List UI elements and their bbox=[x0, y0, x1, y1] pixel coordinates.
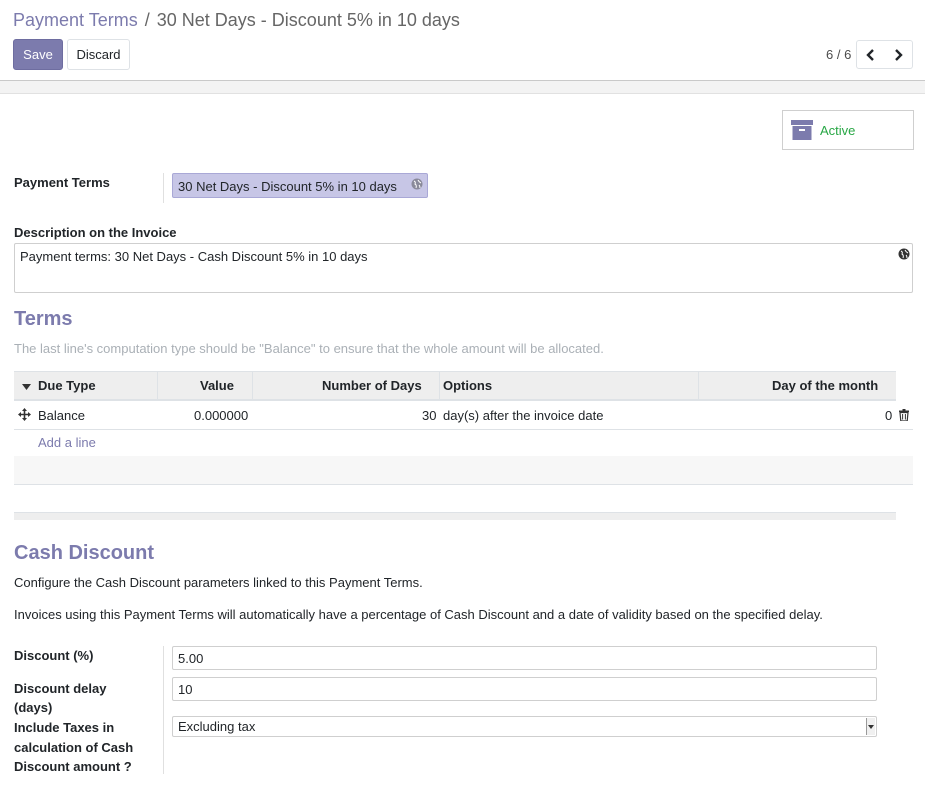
column-divider bbox=[157, 372, 158, 400]
pager-value[interactable]: 6 / 6 bbox=[826, 47, 851, 62]
breadcrumb-separator: / bbox=[144, 10, 150, 30]
column-divider bbox=[698, 372, 699, 400]
save-button[interactable]: Save bbox=[13, 39, 63, 70]
column-header-value[interactable]: Value bbox=[200, 372, 234, 400]
column-header-options[interactable]: Options bbox=[443, 372, 492, 400]
label-separator bbox=[163, 173, 164, 203]
include-taxes-select[interactable]: Excluding tax bbox=[172, 716, 877, 737]
discount-percent-label: Discount (%) bbox=[14, 648, 94, 663]
column-header-number-of-days[interactable]: Number of Days bbox=[322, 372, 422, 400]
sort-caret-icon[interactable] bbox=[22, 372, 31, 400]
discount-delay-input[interactable]: 10 bbox=[172, 677, 877, 701]
cell-due-type[interactable]: Balance bbox=[38, 408, 85, 423]
cash-discount-section-title: Cash Discount bbox=[14, 542, 155, 564]
breadcrumb: Payment Terms / 30 Net Days - Discount 5… bbox=[13, 10, 460, 31]
cash-discount-explanation: Invoices using this Payment Terms will a… bbox=[14, 607, 823, 622]
table-row[interactable]: Balance 0.000000 30 day(s) after the inv… bbox=[14, 401, 913, 430]
include-taxes-label: Include Taxes in calculation of Cash Dis… bbox=[14, 718, 133, 777]
description-value: Payment terms: 30 Net Days - Cash Discou… bbox=[20, 249, 368, 264]
active-toggle-button[interactable]: Active bbox=[782, 110, 914, 150]
description-label: Description on the Invoice bbox=[14, 225, 177, 240]
archive-icon bbox=[791, 119, 813, 144]
column-header-day-of-month[interactable]: Day of the month bbox=[772, 372, 878, 400]
include-taxes-selected-value: Excluding tax bbox=[178, 719, 256, 734]
terms-table-header: Due Type Value Number of Days Options Da… bbox=[14, 371, 896, 401]
cell-options[interactable]: day(s) after the invoice date bbox=[443, 408, 603, 423]
active-status-label: Active bbox=[820, 123, 856, 138]
chevron-right-icon bbox=[895, 48, 903, 61]
chevron-left-icon bbox=[865, 48, 874, 61]
payment-terms-value: 30 Net Days - Discount 5% in 10 days bbox=[178, 179, 397, 194]
drag-handle-icon[interactable] bbox=[18, 408, 31, 424]
discount-delay-label-line: (days) bbox=[14, 700, 53, 715]
dropdown-arrow-icon[interactable] bbox=[866, 718, 875, 735]
column-divider bbox=[439, 372, 440, 400]
discount-delay-label-line: Discount delay bbox=[14, 681, 107, 696]
pager-previous-button[interactable] bbox=[856, 40, 885, 69]
pager-next-button[interactable] bbox=[884, 40, 913, 69]
cell-value[interactable]: 0.000000 bbox=[194, 408, 248, 423]
column-header-due-type[interactable]: Due Type bbox=[38, 372, 96, 400]
description-textarea[interactable]: Payment terms: 30 Net Days - Cash Discou… bbox=[14, 243, 913, 293]
include-taxes-label-line: Discount amount ? bbox=[14, 759, 132, 774]
discount-percent-input[interactable]: 5.00 bbox=[172, 646, 877, 670]
terms-section-title: Terms bbox=[14, 308, 73, 330]
column-divider bbox=[252, 372, 253, 400]
add-line-row: Add a line bbox=[14, 429, 913, 457]
cash-discount-intro: Configure the Cash Discount parameters l… bbox=[14, 575, 423, 590]
translate-globe-icon[interactable] bbox=[898, 248, 910, 263]
translate-globe-icon[interactable] bbox=[411, 178, 423, 193]
payment-terms-label: Payment Terms bbox=[14, 175, 110, 190]
breadcrumb-parent-link[interactable]: Payment Terms bbox=[13, 10, 138, 30]
terms-help-text: The last line's computation type should … bbox=[14, 341, 604, 356]
include-taxes-label-line: calculation of Cash bbox=[14, 739, 134, 755]
discard-button[interactable]: Discard bbox=[67, 39, 130, 70]
trash-icon[interactable] bbox=[899, 409, 909, 424]
add-line-link[interactable]: Add a line bbox=[38, 435, 96, 450]
discount-delay-label: Discount delay (days) bbox=[14, 679, 106, 717]
payment-terms-input[interactable]: 30 Net Days - Discount 5% in 10 days bbox=[172, 173, 428, 198]
form-sheet-top-band bbox=[0, 81, 925, 94]
empty-table-row bbox=[14, 456, 913, 485]
label-separator bbox=[163, 646, 164, 774]
breadcrumb-current: 30 Net Days - Discount 5% in 10 days bbox=[156, 10, 460, 30]
include-taxes-label-line: Include Taxes in bbox=[14, 720, 115, 735]
cell-number-of-days[interactable]: 30 bbox=[422, 408, 436, 423]
terms-table-footer bbox=[14, 512, 896, 520]
cell-day-of-month[interactable]: 0 bbox=[885, 408, 892, 423]
